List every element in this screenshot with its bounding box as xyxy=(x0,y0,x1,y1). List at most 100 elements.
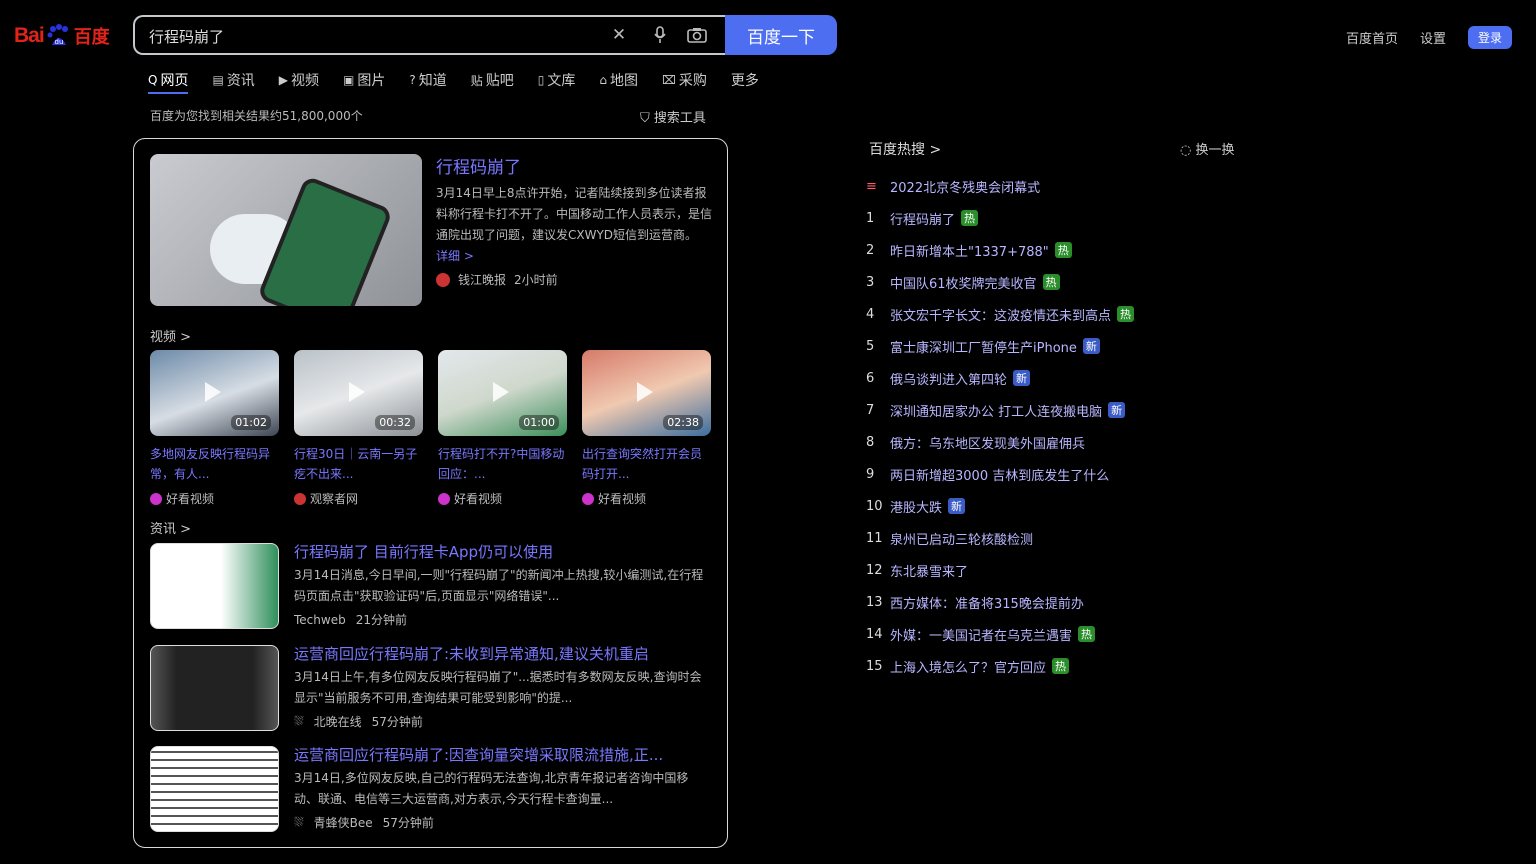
clear-icon[interactable]: ✕ xyxy=(609,25,629,45)
news-section-title[interactable]: 资讯 > xyxy=(150,518,191,537)
video-title[interactable]: 行程码打不开?中国移动回应：... xyxy=(438,444,567,484)
video-item[interactable]: 02:38 出行查询突然打开会员码打开... 好看视频 xyxy=(582,350,711,507)
lead-title[interactable]: 行程码崩了 xyxy=(436,153,521,178)
tab-label: 知道 xyxy=(418,73,447,89)
hot-item-text[interactable]: 上海入境怎么了？官方回应 xyxy=(890,657,1046,676)
video-item[interactable]: 01:02 多地网友反映行程码异常，有人... 好看视频 xyxy=(150,350,279,507)
hot-item-text[interactable]: 东北暴雪来了 xyxy=(890,561,968,580)
hot-item-text[interactable]: 张文宏千字长文：这波疫情还未到高点 xyxy=(890,305,1111,324)
hot-search-item[interactable]: 15 上海入境怎么了？官方回应热 xyxy=(866,650,1134,682)
news-title[interactable]: 行程码崩了 目前行程卡App仍可以使用 xyxy=(294,541,553,562)
hot-search-item[interactable]: 1 行程码崩了热 xyxy=(866,202,1134,234)
hot-rank: 11 xyxy=(866,530,883,546)
hot-search-item[interactable]: 2 昨日新增本土"1337+788" 热 xyxy=(866,234,1134,266)
hot-item-text[interactable]: 深圳通知居家办公 打工人连夜搬电脑 xyxy=(890,401,1102,420)
video-duration: 01:02 xyxy=(231,415,271,430)
hot-rank: ≡ xyxy=(866,178,877,194)
hot-item-text[interactable]: 俄方：乌东地区发现美外国雇佣兵 xyxy=(890,433,1085,452)
tab-video[interactable]: ▶ 视频 xyxy=(279,68,319,92)
login-button[interactable]: 登录 xyxy=(1467,26,1512,49)
search-input[interactable]: 行程码崩了 ✕ xyxy=(133,15,727,55)
news-time: 21分钟前 xyxy=(355,613,407,627)
tab-tieba[interactable]: 贴贴吧 xyxy=(471,68,514,92)
video-source: 观察者网 xyxy=(294,490,423,507)
video-source-name: 好看视频 xyxy=(166,492,215,506)
baidu-logo[interactable]: Bai du 百度 xyxy=(14,16,122,56)
video-item[interactable]: 00:32 行程30日｜云南一另子疙不出来... 观察者网 xyxy=(294,350,423,507)
video-title[interactable]: 行程30日｜云南一另子疙不出来... xyxy=(294,444,423,484)
camera-icon[interactable] xyxy=(687,25,707,45)
hot-search-item[interactable]: 4 张文宏千字长文：这波疫情还未到高点热 xyxy=(866,298,1135,330)
hot-item-text[interactable]: 泉州已启动三轮核酸检测 xyxy=(890,529,1033,548)
news-time: 57分钟前 xyxy=(371,715,423,729)
hot-search-item[interactable]: 8 俄方：乌东地区发现美外国雇佣兵 xyxy=(866,426,1134,458)
video-duration: 02:38 xyxy=(663,415,703,430)
microphone-icon[interactable] xyxy=(650,25,670,45)
hot-item-text[interactable]: 富士康深圳工厂暂停生产iPhone xyxy=(890,337,1077,356)
new-badge: 新 xyxy=(1108,402,1126,418)
video-thumbnail[interactable]: 01:02 xyxy=(150,350,279,436)
news-title[interactable]: 运营商回应行程码崩了:未收到异常通知,建议关机重启 xyxy=(294,643,649,664)
news-title[interactable]: 运营商回应行程码崩了:因查询量突增采取限流措施,正... xyxy=(294,744,663,765)
source-logo-icon xyxy=(436,272,450,287)
hot-search-item[interactable]: 9 两日新增超3000 吉林到底发生了什么 xyxy=(866,458,1134,490)
hot-search-item[interactable]: 6 俄乌谈判进入第四轮新 xyxy=(866,362,1134,394)
search-query[interactable]: 行程码崩了 xyxy=(149,26,224,47)
shopping-icon: ⌧ xyxy=(662,73,676,87)
video-thumbnail[interactable]: 00:32 xyxy=(294,350,423,436)
search-button[interactable]: 百度一下 xyxy=(725,15,837,55)
hot-item-text[interactable]: 港股大跌 xyxy=(890,497,942,516)
tab-map[interactable]: ⌂ 地图 xyxy=(599,68,638,92)
home-link[interactable]: 百度首页 xyxy=(1346,28,1398,47)
video-title[interactable]: 出行查询突然打开会员码打开... xyxy=(582,444,711,484)
hot-search-item[interactable]: 11 泉州已启动三轮核酸检测 xyxy=(866,522,1134,554)
hot-badge: 热 xyxy=(1052,658,1070,674)
news-icon: ▤ xyxy=(212,73,224,87)
tab-wenku[interactable]: ▯ 文库 xyxy=(538,68,576,92)
hot-search-item[interactable]: 5 富士康深圳工厂暂停生产iPhone 新 xyxy=(866,330,1134,362)
news-thumbnail[interactable] xyxy=(150,543,279,629)
hot-search-item[interactable]: 3 中国队61枚奖牌完美收官热 xyxy=(866,266,1134,298)
tab-images[interactable]: ▣ 图片 xyxy=(343,68,385,92)
hot-item-text[interactable]: 外媒：一美国记者在乌克兰遇害 xyxy=(890,625,1072,644)
tab-purchase[interactable]: ⌧ 采购 xyxy=(662,68,707,92)
hot-item-text[interactable]: 西方媒体：准备将315晚会提前办 xyxy=(890,593,1084,612)
hot-search-item[interactable]: 12 东北暴雪来了 xyxy=(866,554,1134,586)
hot-item-text[interactable]: 昨日新增本土"1337+788" xyxy=(890,241,1049,260)
hot-search-item[interactable]: ≡ 2022北京冬残奥会闭幕式 xyxy=(866,170,1134,202)
refresh-label: 换一换 xyxy=(1195,143,1235,158)
tab-news[interactable]: ▤ 资讯 xyxy=(212,68,254,92)
video-thumbnail[interactable]: 02:38 xyxy=(582,350,711,436)
news-thumbnail[interactable] xyxy=(150,746,279,832)
tab-more[interactable]: 更多 xyxy=(731,68,759,92)
tab-label: 资讯 xyxy=(226,73,255,89)
tab-zhidao[interactable]: ? 知道 xyxy=(409,68,446,92)
tab-label: 贴吧 xyxy=(485,73,514,89)
hot-search-title[interactable]: 百度热搜 > xyxy=(869,139,941,159)
tab-label: 视频 xyxy=(291,73,320,89)
news-thumbnail[interactable] xyxy=(150,645,279,731)
search-tools[interactable]: ⛉ 搜索工具 xyxy=(640,107,706,126)
tab-web[interactable]: Q 网页 xyxy=(148,68,189,94)
source-name[interactable]: 钱江晚报 xyxy=(458,271,506,288)
lead-more-link[interactable]: 详细 > xyxy=(436,249,474,263)
haokan-icon xyxy=(150,492,162,505)
hot-item-text[interactable]: 2022北京冬残奥会闭幕式 xyxy=(890,177,1040,196)
video-section-title[interactable]: 视频 > xyxy=(150,326,191,345)
hot-item-text[interactable]: 俄乌谈判进入第四轮 xyxy=(890,369,1007,388)
hot-item-text[interactable]: 两日新增超3000 吉林到底发生了什么 xyxy=(890,465,1109,484)
refresh-button[interactable]: ◌ 换一换 xyxy=(1180,139,1235,158)
hot-badge: 热 xyxy=(1078,626,1096,642)
hot-search-item[interactable]: 14 外媒：一美国记者在乌克兰遇害热 xyxy=(866,618,1134,650)
hot-rank: 10 xyxy=(866,498,883,514)
video-title[interactable]: 多地网友反映行程码异常，有人... xyxy=(150,444,279,484)
hot-search-item[interactable]: 13 西方媒体：准备将315晚会提前办 xyxy=(866,586,1134,618)
video-item[interactable]: 01:00 行程码打不开?中国移动回应：... 好看视频 xyxy=(438,350,567,507)
hot-item-text[interactable]: 中国队61枚奖牌完美收官 xyxy=(890,273,1037,292)
video-thumbnail[interactable]: 01:00 xyxy=(438,350,567,436)
hot-item-text[interactable]: 行程码崩了 xyxy=(890,209,955,228)
hot-search-item[interactable]: 7 深圳通知居家办公 打工人连夜搬电脑新 xyxy=(866,394,1134,426)
hot-search-item[interactable]: 10 港股大跌新 xyxy=(866,490,1134,522)
settings-link[interactable]: 设置 xyxy=(1420,28,1446,47)
lead-image[interactable] xyxy=(150,154,422,306)
